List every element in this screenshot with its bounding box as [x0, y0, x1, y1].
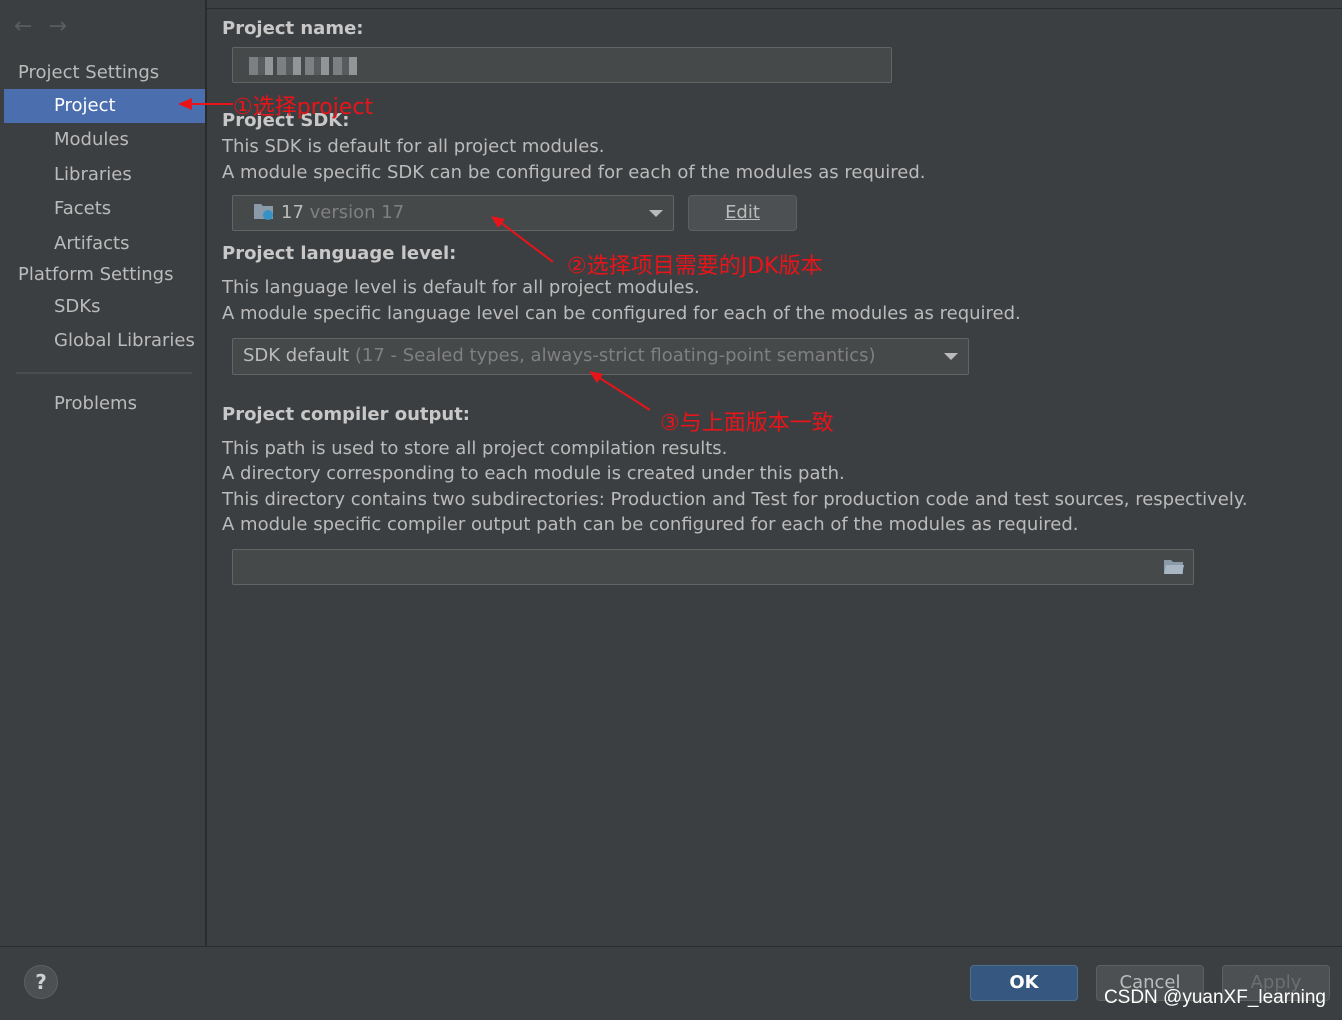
back-arrow-icon[interactable]: ← — [14, 16, 32, 38]
project-name-label: Project name: — [222, 18, 364, 39]
top-divider — [207, 8, 1342, 9]
sidebar-item-global-libraries[interactable]: Global Libraries — [4, 324, 205, 358]
project-settings-panel: Project name: Project SDK: This SDK is d… — [207, 0, 1342, 946]
language-level-select[interactable]: SDK default (17 - Sealed types, always-s… — [232, 338, 969, 375]
jdk-folder-icon — [254, 204, 273, 220]
sidebar-item-modules[interactable]: Modules — [4, 123, 205, 157]
edit-sdk-button[interactable]: Edit — [688, 195, 797, 231]
compiler-output-description-1: This path is used to store all project c… — [222, 438, 728, 459]
sidebar-item-sdks[interactable]: SDKs — [4, 290, 205, 324]
browse-folder-icon[interactable] — [1163, 558, 1185, 576]
chevron-down-icon — [649, 210, 663, 217]
sdk-description-2: A module specific SDK can be configured … — [222, 162, 926, 183]
edit-button-label: Edit — [725, 202, 760, 223]
language-level-description-2: A module specific language level can be … — [222, 303, 1021, 324]
compiler-output-description-4: A module specific compiler output path c… — [222, 514, 1079, 535]
redacted-project-name — [249, 57, 359, 75]
csdn-watermark: CSDN @yuanXF_learning — [1103, 987, 1326, 1008]
forward-arrow-icon[interactable]: → — [48, 16, 66, 38]
ok-button[interactable]: OK — [970, 965, 1078, 1001]
sdk-version: 17 — [281, 202, 304, 223]
sdk-select[interactable]: 17 version 17 — [232, 195, 674, 231]
sidebar-item-facets[interactable]: Facets — [4, 192, 205, 226]
sidebar-item-problems[interactable]: Problems — [4, 387, 205, 421]
help-button[interactable]: ? — [24, 965, 58, 999]
annotation-match-version: ③与上面版本一致 — [660, 411, 834, 436]
project-name-input[interactable] — [232, 47, 892, 83]
sidebar-divider — [16, 372, 192, 374]
dialog-footer: ? OK Cancel Apply CSDN @yuanXF_learning — [0, 946, 1342, 1020]
sidebar-item-artifacts[interactable]: Artifacts — [4, 227, 205, 261]
settings-sidebar: ← → Project Settings Project Modules Lib… — [0, 0, 207, 946]
compiler-output-input[interactable] — [232, 549, 1194, 585]
language-level-detail: (17 - Sealed types, always-strict floati… — [354, 345, 876, 366]
compiler-output-description-2: A directory corresponding to each module… — [222, 463, 845, 484]
language-level-label: Project language level: — [222, 243, 457, 264]
nav-arrows: ← → — [14, 16, 67, 38]
chevron-down-icon — [944, 353, 958, 360]
compiler-output-description-3: This directory contains two subdirectori… — [222, 489, 1248, 510]
platform-settings-header: Platform Settings — [18, 264, 174, 285]
language-level-value: SDK default — [243, 345, 350, 366]
annotation-select-jdk: ②选择项目需要的JDK版本 — [567, 254, 823, 279]
annotation-select-project: ①选择project — [233, 95, 374, 120]
project-settings-header: Project Settings — [18, 62, 160, 83]
compiler-output-label: Project compiler output: — [222, 404, 471, 425]
sidebar-item-libraries[interactable]: Libraries — [4, 158, 205, 192]
sdk-description-1: This SDK is default for all project modu… — [222, 136, 605, 157]
sidebar-item-project[interactable]: Project — [4, 89, 205, 123]
sdk-version-detail: version 17 — [309, 202, 405, 223]
